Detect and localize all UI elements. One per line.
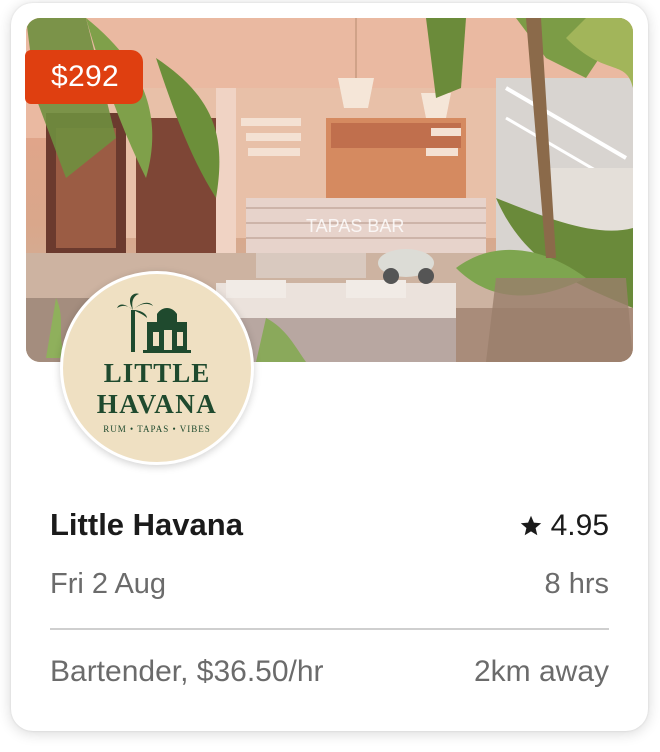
logo-tagline: RUM • TAPAS • VIBES bbox=[103, 424, 211, 434]
rating-value: 4.95 bbox=[550, 509, 609, 542]
palm-building-icon bbox=[117, 293, 191, 353]
venue-logo: LITTLE HAVANA RUM • TAPAS • VIBES bbox=[60, 271, 254, 465]
logo-text-line1: LITTLE bbox=[103, 358, 211, 388]
logo-text-line2: HAVANA bbox=[96, 389, 218, 419]
shift-duration: 8 hrs bbox=[544, 568, 609, 600]
rating: 4.95 bbox=[519, 509, 609, 543]
shift-date: Fri 2 Aug bbox=[50, 568, 167, 600]
shift-card[interactable]: TAPAS BAR $292 LITTLE HAVANA RUM • TAPAS… bbox=[11, 3, 648, 731]
divider bbox=[50, 628, 609, 630]
distance: 2km away bbox=[473, 655, 609, 688]
tapas-bar-sign: TAPAS BAR bbox=[306, 216, 404, 236]
star-icon bbox=[520, 515, 541, 536]
venue-name[interactable]: Little Havana bbox=[50, 507, 243, 543]
price-badge: $292 bbox=[25, 50, 143, 104]
role-rate: Bartender, $36.50/hr bbox=[50, 655, 324, 688]
